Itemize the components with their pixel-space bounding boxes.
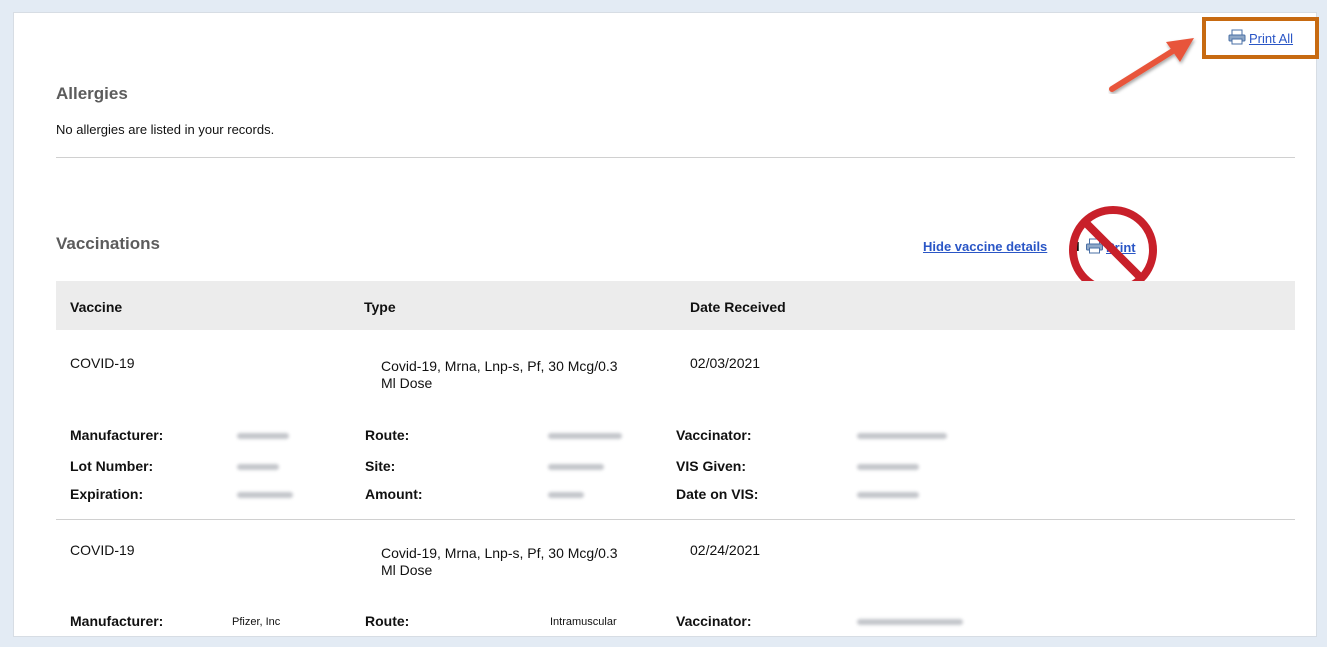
vaccinations-title: Vaccinations bbox=[56, 234, 160, 253]
redacted-value bbox=[857, 464, 919, 470]
column-header-vaccine: Vaccine bbox=[70, 299, 123, 315]
amount-label: Amount: bbox=[365, 486, 423, 502]
redacted-value bbox=[548, 492, 584, 498]
redacted-value bbox=[548, 433, 622, 439]
manufacturer-value: Pfizer, Inc bbox=[232, 616, 281, 628]
date-received: 02/24/2021 bbox=[690, 542, 761, 558]
route-label: Route: bbox=[365, 613, 410, 629]
expiration-label: Expiration: bbox=[70, 486, 144, 502]
redacted-value bbox=[548, 464, 604, 470]
column-header-date-received: Date Received bbox=[690, 299, 786, 315]
date-on-vis-label: Date on VIS: bbox=[676, 486, 759, 502]
redacted-value bbox=[237, 492, 293, 498]
route-value: Intramuscular bbox=[550, 616, 617, 628]
route-label: Route: bbox=[365, 427, 410, 443]
redacted-value bbox=[857, 433, 947, 439]
vaccinator-label: Vaccinator: bbox=[676, 613, 752, 629]
link-separator: I bbox=[1076, 239, 1080, 254]
vis-given-label: VIS Given: bbox=[676, 458, 747, 474]
lot-number-label: Lot Number: bbox=[70, 458, 154, 474]
print-label: Print bbox=[1106, 240, 1136, 255]
manufacturer-label: Manufacturer: bbox=[70, 427, 164, 443]
vaccine-type-line1: Covid-19, Mrna, Lnp-s, Pf, 30 Mcg/0.3 bbox=[381, 545, 618, 561]
arrow-icon bbox=[1109, 38, 1194, 92]
vaccine-name: COVID-19 bbox=[70, 355, 135, 371]
print-vaccinations-link[interactable]: Print bbox=[1085, 238, 1136, 257]
allergies-divider bbox=[56, 157, 1295, 158]
redacted-value bbox=[857, 619, 963, 625]
site-label: Site: bbox=[365, 458, 396, 474]
vaccine-type-line2: Ml Dose bbox=[381, 562, 433, 578]
redacted-value bbox=[857, 492, 919, 498]
manufacturer-label: Manufacturer: bbox=[70, 613, 164, 629]
vaccinator-label: Vaccinator: bbox=[676, 427, 752, 443]
column-header-type: Type bbox=[364, 299, 396, 315]
vaccine-type-line1: Covid-19, Mrna, Lnp-s, Pf, 30 Mcg/0.3 bbox=[381, 358, 618, 374]
printer-icon bbox=[1085, 238, 1104, 257]
allergies-message: No allergies are listed in your records. bbox=[56, 122, 275, 137]
redacted-value bbox=[237, 433, 289, 439]
print-all-link[interactable]: Print All bbox=[1202, 17, 1319, 59]
vaccine-type-line2: Ml Dose bbox=[381, 375, 433, 391]
row-divider bbox=[56, 519, 1295, 520]
vaccinations-table-header: Vaccine Type Date Received bbox=[56, 281, 1295, 330]
hide-vaccine-details-link[interactable]: Hide vaccine details bbox=[923, 239, 1047, 254]
allergies-title: Allergies bbox=[56, 84, 128, 103]
redacted-value bbox=[237, 464, 279, 470]
vaccine-name: COVID-19 bbox=[70, 542, 135, 558]
date-received: 02/03/2021 bbox=[690, 355, 761, 371]
printer-icon bbox=[1228, 29, 1246, 48]
print-all-label: Print All bbox=[1248, 30, 1294, 46]
